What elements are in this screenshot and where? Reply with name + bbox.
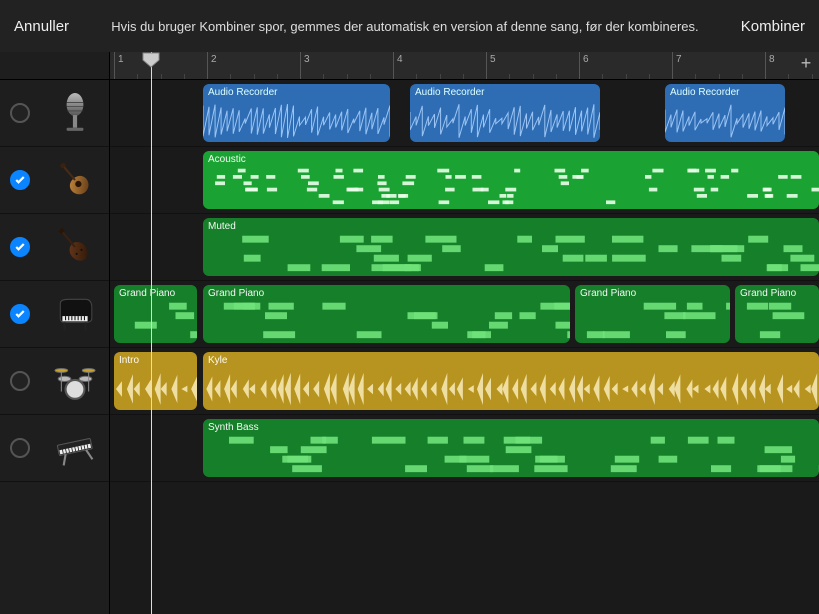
ruler-bar-2: 2 xyxy=(207,52,217,79)
region-label: Audio Recorder xyxy=(203,84,390,101)
ruler-bar-6: 6 xyxy=(579,52,589,79)
region[interactable]: Grand Piano xyxy=(735,285,819,343)
playhead[interactable] xyxy=(151,52,152,614)
region-label: Intro xyxy=(114,352,197,369)
track-lane-acou[interactable]: Acoustic xyxy=(110,147,819,214)
track-select-checkbox[interactable] xyxy=(10,237,30,257)
region-content xyxy=(575,301,730,339)
add-section-button[interactable]: + xyxy=(797,56,815,74)
region-content xyxy=(114,301,197,339)
track-header-sidebar xyxy=(0,52,110,614)
ruler-bar-3: 3 xyxy=(300,52,310,79)
acoustic-guitar-icon xyxy=(40,159,109,201)
region[interactable]: Intro xyxy=(114,352,197,410)
track-header-vox xyxy=(0,80,109,147)
region-content xyxy=(203,435,819,473)
region-content xyxy=(665,104,785,138)
playhead-handle-icon[interactable] xyxy=(142,52,160,68)
region-content xyxy=(735,301,819,339)
cancel-button[interactable]: Annuller xyxy=(10,12,73,41)
track-select-checkbox[interactable] xyxy=(10,170,30,190)
drum-kit-icon xyxy=(40,360,109,402)
region-label: Grand Piano xyxy=(114,285,197,302)
ruler-bar-8: 8 xyxy=(765,52,775,79)
microphone-icon xyxy=(40,92,109,134)
region-label: Grand Piano xyxy=(203,285,570,302)
track-header-bass xyxy=(0,214,109,281)
region-label: Grand Piano xyxy=(575,285,730,302)
track-select-checkbox[interactable] xyxy=(10,371,30,391)
region-content xyxy=(114,372,197,406)
region[interactable]: Synth Bass xyxy=(203,419,819,477)
region[interactable]: Kyle xyxy=(203,352,819,410)
region-content xyxy=(203,167,819,205)
region-label: Grand Piano xyxy=(735,285,819,302)
bar-ruler[interactable]: + 1 2 3 4 5 6 7 8 xyxy=(110,52,819,80)
region-content xyxy=(203,301,570,339)
region-content xyxy=(203,372,819,406)
region[interactable]: Grand Piano xyxy=(114,285,197,343)
keyboard-icon xyxy=(40,427,109,469)
ruler-bar-1: 1 xyxy=(114,52,124,79)
region[interactable]: Acoustic xyxy=(203,151,819,209)
region-label: Muted xyxy=(203,218,819,235)
region-content xyxy=(203,234,819,272)
track-header-synth xyxy=(0,415,109,482)
region-content xyxy=(410,104,600,138)
region-label: Audio Recorder xyxy=(665,84,785,101)
ruler-bar-7: 7 xyxy=(672,52,682,79)
track-select-checkbox[interactable] xyxy=(10,103,30,123)
track-select-checkbox[interactable] xyxy=(10,438,30,458)
region[interactable]: Grand Piano xyxy=(203,285,570,343)
track-lane-bass[interactable]: Muted xyxy=(110,214,819,281)
region[interactable]: Audio Recorder xyxy=(665,84,785,142)
track-lane-vox[interactable]: Audio Recorder Audio Recorder Audio Record… xyxy=(110,80,819,147)
region-label: Kyle xyxy=(203,352,819,369)
merge-button[interactable]: Kombiner xyxy=(737,12,809,41)
region-content xyxy=(203,104,390,138)
bass-guitar-icon xyxy=(40,226,109,268)
track-lane-synth[interactable]: Synth Bass xyxy=(110,415,819,482)
region[interactable]: Audio Recorder xyxy=(410,84,600,142)
region[interactable]: Grand Piano xyxy=(575,285,730,343)
track-header-piano xyxy=(0,281,109,348)
track-lane-piano[interactable]: Grand Piano Grand Piano Grand Piano Grand P… xyxy=(110,281,819,348)
track-header-drums xyxy=(0,348,109,415)
region[interactable]: Muted xyxy=(203,218,819,276)
ruler-bar-5: 5 xyxy=(486,52,496,79)
track-select-checkbox[interactable] xyxy=(10,304,30,324)
timeline-area[interactable]: + 12345678 Audio RecorderAudio RecorderA… xyxy=(110,52,819,614)
region[interactable]: Audio Recorder xyxy=(203,84,390,142)
region-label: Audio Recorder xyxy=(410,84,600,101)
top-toolbar: Annuller Hvis du bruger Kombiner spor, g… xyxy=(0,0,819,52)
track-lane-drums[interactable]: Intro Kyle xyxy=(110,348,819,415)
grand-piano-icon xyxy=(40,293,109,335)
region-label: Acoustic xyxy=(203,151,819,168)
region-label: Synth Bass xyxy=(203,419,819,436)
track-header-acou xyxy=(0,147,109,214)
info-message: Hvis du bruger Kombiner spor, gemmes der… xyxy=(73,19,737,34)
ruler-bar-4: 4 xyxy=(393,52,403,79)
